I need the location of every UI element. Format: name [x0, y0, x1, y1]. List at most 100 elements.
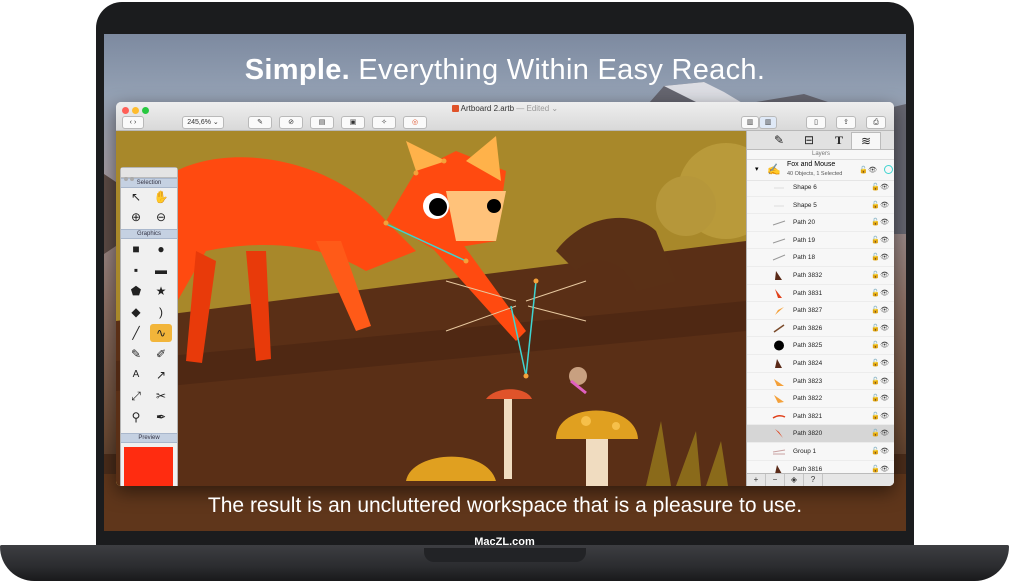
color-picker-tool[interactable]: ✒ [150, 408, 172, 426]
pill-tool[interactable]: ▬ [150, 261, 172, 279]
layer-group-row[interactable]: ▾ ✍ Fox and Mouse 40 Objects, 1 Selected… [747, 160, 894, 181]
lock-visibility-icon[interactable]: 🔓👁 [871, 253, 889, 261]
lock-visibility-icon[interactable]: 🔓👁 [871, 271, 889, 279]
lock-visibility-icon[interactable]: 🔓👁 [871, 412, 889, 420]
lock-visibility-icon[interactable]: 🔓👁 [871, 429, 889, 437]
magic-wand-button[interactable]: ✧ [372, 116, 396, 129]
hand-tool[interactable]: ✋ [150, 188, 172, 206]
stack-button[interactable]: ▤ [310, 116, 334, 129]
diamond-tool[interactable]: ◆ [125, 303, 147, 321]
layer-row[interactable]: Path 3827 🔓👁 [747, 302, 894, 320]
lock-visibility-icon[interactable]: 🔓👁 [871, 218, 889, 226]
layer-row[interactable]: Path 20 🔓👁 [747, 214, 894, 232]
text-tool[interactable]: A [125, 366, 147, 384]
artboard-canvas[interactable]: Selection ↖ ✋ ⊕ ⊖ Graphics ■ ● ▪ ▬ ⬟ ★ ◆… [116, 131, 746, 486]
lock-eye-icon[interactable]: 🔓👁 [859, 166, 877, 174]
lock-visibility-icon[interactable]: 🔓👁 [871, 447, 889, 455]
layer-thumbnail-icon [772, 305, 786, 316]
layer-name: Shape 6 [793, 184, 817, 191]
zoom-out-icon: ⊖ [155, 210, 167, 224]
chevron-right-icon: › [133, 119, 137, 126]
brush-tool[interactable]: ✐ [150, 345, 172, 363]
tab-arrange[interactable]: ⊟ [795, 132, 823, 148]
document-title: Artboard 2.artb — Edited ⌄ [116, 104, 894, 113]
rounded-rect-tool[interactable]: ▪ [125, 261, 147, 279]
layer-row[interactable]: Path 18 🔓👁 [747, 249, 894, 267]
layer-row[interactable]: Path 3824 🔓👁 [747, 355, 894, 373]
document-icon-small: ▯ [814, 119, 818, 126]
lock-visibility-icon[interactable]: 🔓👁 [871, 377, 889, 385]
preview-section-header[interactable]: Preview [121, 433, 177, 443]
lock-visibility-icon[interactable]: 🔓👁 [871, 465, 889, 473]
tab-style[interactable]: ✎ [765, 132, 793, 148]
layer-row[interactable]: Path 3821 🔓👁 [747, 408, 894, 426]
lock-visibility-icon[interactable]: 🔓👁 [871, 201, 889, 209]
layer-row[interactable]: Path 19 🔓👁 [747, 232, 894, 250]
sidebar-left-button[interactable]: ▥ [741, 116, 759, 129]
printer-icon: ⎙ [873, 119, 879, 126]
arc-tool[interactable]: ) [150, 303, 172, 321]
print-button[interactable]: ⎙ [866, 116, 886, 129]
tab-layers[interactable]: ≋ [851, 132, 881, 149]
graphics-section-header[interactable]: Graphics [121, 229, 177, 239]
layer-row[interactable]: Path 3831 🔓👁 [747, 285, 894, 303]
pen-tool-button[interactable]: ✎ [248, 116, 272, 129]
zoom-select[interactable]: 245,6% ⌄ [182, 116, 224, 129]
selection-indicator-icon[interactable] [884, 165, 893, 174]
eyedropper-tool[interactable]: ⚲ [125, 408, 147, 426]
path-text-tool[interactable]: ↗ [150, 366, 172, 384]
lock-visibility-icon[interactable]: 🔓👁 [871, 359, 889, 367]
brush-icon: ✐ [155, 347, 167, 361]
layer-row-selected[interactable]: Path 3820 🔓👁 [747, 425, 894, 443]
zoom-in-tool[interactable]: ⊕ [125, 208, 147, 226]
zoom-out-tool[interactable]: ⊖ [150, 208, 172, 226]
layers-footer: + − ◈? [747, 473, 894, 486]
help-button[interactable]: ? [804, 474, 823, 486]
color-wheel-button[interactable]: ◎ [403, 116, 427, 129]
arrow-tool[interactable]: ↖ [125, 188, 147, 206]
line-tool[interactable]: ╱ [125, 324, 147, 342]
layer-row[interactable]: Path 3832 🔓👁 [747, 267, 894, 285]
lock-visibility-icon[interactable]: 🔓👁 [871, 341, 889, 349]
rounded-rect-icon: ▪ [133, 263, 139, 277]
ellipse-tool[interactable]: ● [150, 240, 172, 258]
layer-thumbnail-icon [772, 217, 786, 228]
remove-layer-button[interactable]: − [766, 474, 785, 486]
tab-text[interactable]: T [825, 132, 853, 148]
lock-visibility-icon[interactable]: 🔓👁 [871, 306, 889, 314]
layer-row[interactable]: Shape 5 🔓👁 [747, 197, 894, 215]
layer-row[interactable]: Path 3825 🔓👁 [747, 337, 894, 355]
color-picker-icon: ✒ [155, 410, 167, 424]
star-tool[interactable]: ★ [150, 282, 172, 300]
rectangle-tool[interactable]: ■ [125, 240, 147, 258]
layer-row[interactable]: Shape 6 🔓👁 [747, 179, 894, 197]
sidebar-right-button[interactable]: ▥ [759, 116, 777, 129]
link-button[interactable]: ⊘ [279, 116, 303, 129]
lock-visibility-icon[interactable]: 🔓👁 [871, 324, 889, 332]
layer-thumbnail-icon [772, 376, 786, 387]
document-button[interactable]: ▯ [806, 116, 826, 129]
layer-row[interactable]: Group 1 🔓👁 [747, 443, 894, 461]
zoom-value: 245,6% [187, 119, 211, 126]
layer-options-button[interactable]: ◈ [785, 474, 804, 486]
back-forward-button[interactable]: ‹ › [122, 116, 144, 129]
disclosure-triangle-icon[interactable]: ▾ [755, 165, 759, 173]
share-button[interactable]: ⇪ [836, 116, 856, 129]
layer-row[interactable]: Path 3823 🔓👁 [747, 373, 894, 391]
layer-name: Path 3826 [793, 324, 823, 332]
pencil-tool[interactable]: ✎ [125, 345, 147, 363]
scissors-tool[interactable]: ✂ [150, 387, 172, 405]
edited-indicator[interactable]: — Edited ⌄ [514, 104, 558, 113]
shape-tool[interactable]: ⬟ [125, 282, 147, 300]
layer-name: Path 3831 [793, 289, 823, 297]
image-button[interactable]: ▣ [341, 116, 365, 129]
lock-visibility-icon[interactable]: 🔓👁 [871, 183, 889, 191]
layer-row[interactable]: Path 3822 🔓👁 [747, 390, 894, 408]
bezier-tool[interactable]: ∿ [150, 324, 172, 342]
lock-visibility-icon[interactable]: 🔓👁 [871, 236, 889, 244]
add-layer-button[interactable]: + [747, 474, 766, 486]
lock-visibility-icon[interactable]: 🔓👁 [871, 289, 889, 297]
lock-visibility-icon[interactable]: 🔓👁 [871, 394, 889, 402]
layer-row[interactable]: Path 3826 🔓👁 [747, 320, 894, 338]
knife-tool[interactable]: ⤢ [125, 387, 147, 405]
